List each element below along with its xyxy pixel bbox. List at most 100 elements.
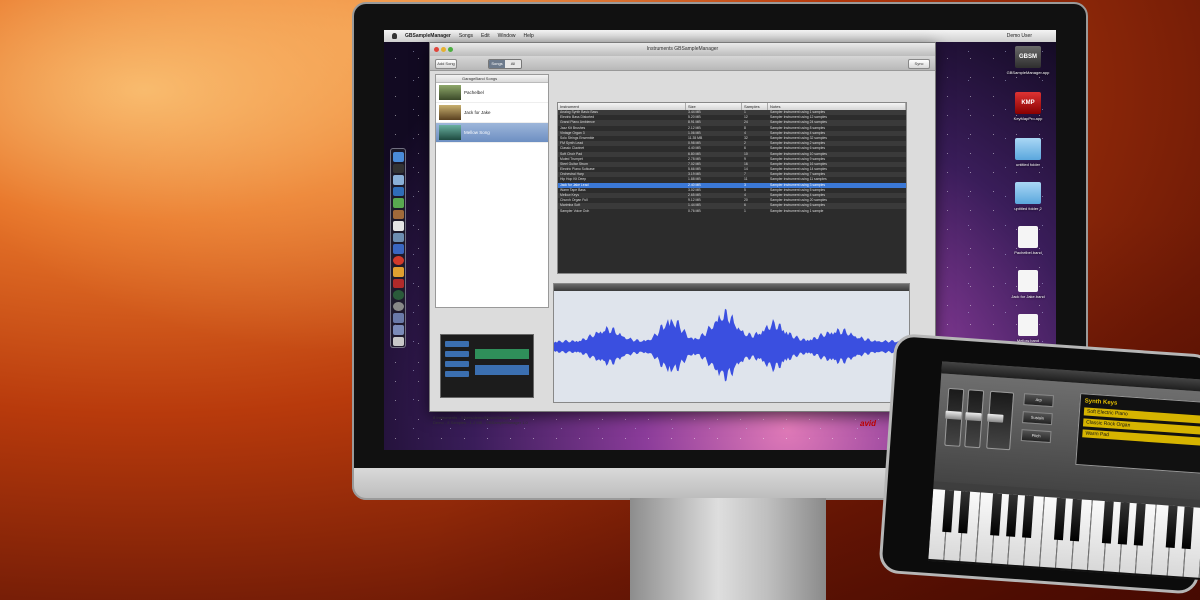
waveform-view[interactable]: [553, 283, 910, 403]
desktop-icon-band-2[interactable]: Jack for Jake.band: [1004, 270, 1052, 299]
song-item-selected[interactable]: Mellow Song: [436, 123, 548, 143]
song-item[interactable]: Jack for Jake: [436, 103, 548, 123]
window-toolbar: Add Song Songs All Sync: [430, 56, 935, 71]
band-document-icon: [1018, 314, 1038, 336]
table-body: Analog Synth Basic Bass 3.44 MB 1 Sampler I…: [558, 110, 906, 214]
song-thumbnail: [439, 85, 461, 100]
ichat-icon[interactable]: [392, 198, 404, 208]
minimize-button[interactable]: [441, 47, 446, 52]
segment-all[interactable]: All: [505, 60, 521, 68]
gbsamplemanager-window: Instruments GBSampleManager Add Song Son…: [429, 42, 936, 428]
garageband-icon[interactable]: [392, 267, 404, 277]
songs-filter-segmented[interactable]: Songs All: [488, 59, 522, 69]
track-region: [475, 365, 529, 375]
menu-help[interactable]: Help: [523, 33, 533, 39]
arp-button[interactable]: Arp: [1023, 393, 1055, 408]
safari-icon[interactable]: [392, 186, 404, 197]
menu-app-name[interactable]: GBSampleManager: [405, 33, 451, 39]
desktop-icon-label: Jack for Jake.band: [1011, 294, 1045, 299]
table-header: Instrument Size Samples Notes: [558, 103, 906, 110]
avid-logo: avid: [860, 419, 877, 428]
piano-keyboard[interactable]: [928, 489, 1200, 581]
downloads-stack-icon[interactable]: [392, 313, 404, 323]
track-header: [445, 371, 469, 377]
preview-icon[interactable]: [392, 232, 404, 243]
song-name: Mellow Song: [464, 130, 490, 135]
ical-icon[interactable]: [392, 221, 404, 231]
timemachine-icon[interactable]: [392, 290, 404, 300]
dashboard-icon[interactable]: [392, 163, 404, 174]
desktop-icon-folder[interactable]: untitled folder: [1004, 138, 1052, 167]
itunes-icon[interactable]: [392, 244, 404, 254]
mail-icon[interactable]: [392, 175, 404, 185]
column-instrument[interactable]: Instrument: [558, 103, 686, 110]
desktop-icon-gbsm[interactable]: GBSM GBSampleManager.app: [1004, 46, 1052, 75]
songs-list: GarageBand Songs Pachelbel Jack for Jake…: [435, 74, 549, 308]
desktop-icon-label: untitled folder: [1015, 162, 1040, 167]
band-document-icon: [1018, 270, 1038, 292]
imac-stand: [630, 498, 826, 600]
table-cell: Sampler Voice Ooh: [560, 208, 590, 213]
desktop-icon-label: KeyMapPro.app: [1013, 116, 1043, 121]
menu-songs[interactable]: Songs: [459, 33, 473, 39]
desktop-icon-kmp[interactable]: KMP KeyMapPro.app: [1004, 92, 1052, 121]
system-preferences-icon[interactable]: [392, 301, 404, 312]
dock: [390, 148, 406, 348]
sync-button[interactable]: Sync: [908, 59, 930, 69]
documents-stack-icon[interactable]: [392, 324, 404, 335]
column-notes[interactable]: Notes: [768, 103, 906, 110]
song-thumbnail: [439, 105, 461, 120]
column-size[interactable]: Size: [686, 103, 742, 110]
track-header: [445, 341, 469, 347]
gbsm-app-icon: GBSM: [1015, 46, 1041, 68]
desktop-icon-folder-2[interactable]: untitled folder 2: [1004, 182, 1052, 211]
window-titlebar[interactable]: Instruments GBSampleManager: [430, 43, 935, 56]
status-line: Demo - 8 Samples - 1.2 MB - GBSampleMana…: [433, 420, 528, 425]
song-name: Pachelbel: [464, 90, 484, 95]
segment-songs[interactable]: Songs: [489, 60, 505, 68]
ipad-screen: Arp Sustain Pitch Synth Keys Soft Electr…: [928, 361, 1200, 581]
menu-bar: GBSampleManager Songs Edit Window Help D…: [384, 30, 1056, 42]
band-document-icon: [1018, 226, 1038, 248]
table-cell: 1: [744, 208, 746, 213]
zoom-button[interactable]: [448, 47, 453, 52]
desktop-icon-band-3[interactable]: Mellow.band: [1004, 314, 1052, 343]
menu-edit[interactable]: Edit: [481, 33, 490, 39]
column-samples[interactable]: Samples: [742, 103, 768, 110]
sustain-button[interactable]: Sustain: [1022, 411, 1053, 426]
table-cell: 0.76 MB: [688, 208, 701, 213]
track-header: [445, 361, 469, 367]
song-thumbnail: [439, 125, 461, 140]
desktop-icon-label: GBSampleManager.app: [1006, 70, 1050, 75]
waveform: [554, 308, 908, 382]
desktop-icon-band-1[interactable]: Pachelbel.band: [1004, 226, 1052, 255]
track-header: [445, 351, 469, 357]
volume-fader[interactable]: [986, 390, 1015, 451]
menu-window[interactable]: Window: [498, 33, 516, 39]
table-row[interactable]: Sampler Voice Ooh 0.76 MB 1 Sampler Instrum…: [558, 209, 906, 214]
instruments-table: Instrument Size Samples Notes Analog Syn…: [557, 102, 907, 274]
track-region: [475, 349, 529, 359]
window-title: Instruments GBSampleManager: [646, 46, 719, 52]
folder-icon: [1015, 182, 1041, 204]
no-entry-icon[interactable]: [392, 255, 404, 266]
ipad: Arp Sustain Pitch Synth Keys Soft Electr…: [878, 333, 1200, 595]
synth-panel: Arp Sustain Pitch Synth Keys Soft Electr…: [933, 373, 1200, 501]
mod-wheel[interactable]: [964, 389, 985, 449]
pitch-button[interactable]: Pitch: [1020, 429, 1052, 444]
desktop-icon-label: Pachelbel.band: [1014, 250, 1042, 255]
status-bar: 8 Instruments - /Users/demo/Music/Garage…: [433, 415, 528, 425]
apple-menu-icon[interactable]: [392, 33, 397, 39]
add-song-button[interactable]: Add Song: [435, 59, 457, 69]
menu-user[interactable]: Demo User: [1007, 33, 1032, 39]
songs-list-header: GarageBand Songs: [436, 75, 548, 83]
pitch-wheel[interactable]: [944, 387, 965, 447]
garageband-preview: [440, 334, 534, 398]
waveform-ruler: [554, 284, 909, 291]
photobooth-icon[interactable]: [392, 278, 404, 289]
address-book-icon[interactable]: [392, 209, 404, 220]
finder-icon[interactable]: [392, 152, 404, 162]
close-button[interactable]: [434, 47, 439, 52]
trash-icon[interactable]: [392, 336, 404, 347]
song-item[interactable]: Pachelbel: [436, 83, 548, 103]
